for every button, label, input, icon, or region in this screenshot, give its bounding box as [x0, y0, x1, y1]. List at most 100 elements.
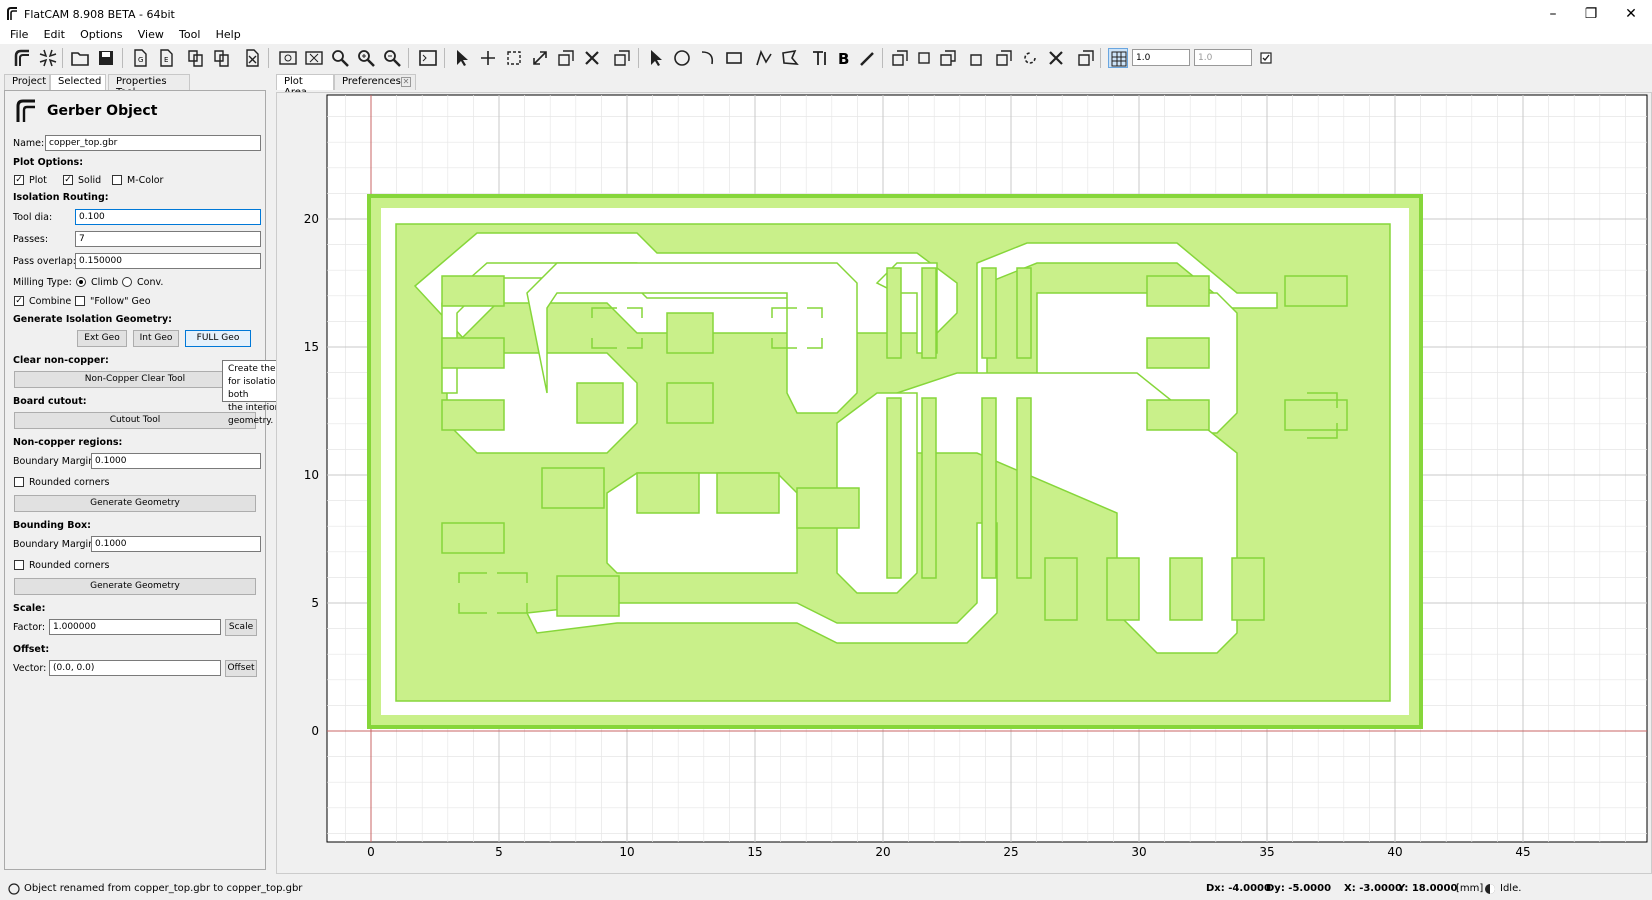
pass-overlap-field[interactable]: [75, 253, 261, 269]
new-gerber-icon[interactable]: G: [130, 48, 150, 68]
board-cutout-heading: Board cutout:: [13, 396, 87, 407]
name-field[interactable]: [45, 135, 261, 151]
passes-label: Passes:: [13, 234, 49, 245]
passes-field[interactable]: [75, 231, 261, 247]
status-y: Y: 18.0000: [1398, 883, 1458, 894]
tab-properties-tool[interactable]: Properties Tool: [108, 74, 190, 98]
circle-icon[interactable]: [672, 48, 692, 68]
x-tick-label: 25: [1003, 845, 1018, 859]
smd-pad: [666, 382, 714, 424]
close-tab-icon[interactable]: ✕: [401, 77, 411, 87]
shell-icon[interactable]: [418, 48, 438, 68]
plot-area[interactable]: 0 5 10 15 20 25 30 35 40 45 0 5 10 15 20: [276, 92, 1652, 874]
delete-shape-icon[interactable]: [1046, 48, 1066, 68]
delete-drill-icon[interactable]: [582, 48, 602, 68]
activity-icon: [1485, 884, 1495, 894]
menu-edit[interactable]: Edit: [38, 26, 71, 43]
generate-geometry-button[interactable]: Generate Geometry: [14, 495, 256, 512]
arc-icon[interactable]: [698, 48, 718, 68]
clear-plot-icon[interactable]: [304, 48, 324, 68]
new-geometry-icon[interactable]: [38, 48, 58, 68]
plot-checkbox[interactable]: ✓: [14, 175, 24, 185]
tab-project[interactable]: Project: [4, 74, 50, 90]
copy-drill-icon[interactable]: [556, 48, 576, 68]
menu-help[interactable]: Help: [210, 26, 247, 43]
copy-object-icon[interactable]: [186, 48, 206, 68]
cutout-tool-button[interactable]: Cutout Tool: [14, 412, 256, 429]
add-point-icon[interactable]: [478, 48, 498, 68]
select-geo-icon[interactable]: [646, 48, 666, 68]
menu-tool[interactable]: Tool: [173, 26, 206, 43]
boundary-margin-field[interactable]: [91, 453, 261, 469]
menu-options[interactable]: Options: [74, 26, 128, 43]
tab-plot-area[interactable]: Plot Area: [276, 74, 334, 98]
paint-icon[interactable]: [858, 48, 878, 68]
follow-geo-checkbox[interactable]: [75, 296, 85, 306]
replot-icon[interactable]: [278, 48, 298, 68]
new-excellon-icon[interactable]: E: [156, 48, 176, 68]
tab-preferences-label: Preferences: [342, 76, 401, 87]
buffer-icon[interactable]: B: [834, 48, 854, 68]
join-objects-icon[interactable]: [212, 48, 232, 68]
vector-field[interactable]: [49, 660, 221, 676]
zoom-out-icon[interactable]: [382, 48, 402, 68]
ext-geo-button[interactable]: Ext Geo: [77, 330, 127, 347]
open-folder-icon[interactable]: [70, 48, 90, 68]
menu-file[interactable]: File: [4, 26, 34, 43]
intersection-icon[interactable]: [914, 48, 934, 68]
combine-checkbox[interactable]: ✓: [14, 296, 24, 306]
full-geo-button[interactable]: FULL Geo: [185, 330, 251, 347]
grid-y-input[interactable]: [1194, 49, 1252, 66]
ic-pin: [981, 267, 997, 359]
mcolor-checkbox[interactable]: [112, 175, 122, 185]
copy-geo-icon[interactable]: [994, 48, 1014, 68]
subtraction-icon[interactable]: [938, 48, 958, 68]
restore-button[interactable]: ❐: [1578, 4, 1604, 24]
tab-selected[interactable]: Selected: [50, 74, 106, 90]
union-icon[interactable]: [890, 48, 910, 68]
select-icon[interactable]: [452, 48, 472, 68]
transform-icon[interactable]: [1076, 48, 1096, 68]
menu-view[interactable]: View: [132, 26, 170, 43]
drill-array-icon[interactable]: [612, 48, 632, 68]
mcolor-label: M-Color: [127, 175, 164, 186]
int-geo-button[interactable]: Int Geo: [133, 330, 179, 347]
zoom-fit-icon[interactable]: [330, 48, 350, 68]
bbox-rounded-checkbox[interactable]: [14, 560, 24, 570]
move-icon[interactable]: [530, 48, 550, 68]
offset-button[interactable]: Offset: [225, 660, 257, 677]
bbox-generate-button[interactable]: Generate Geometry: [14, 578, 256, 595]
combine-label: Combine: [29, 296, 72, 307]
grid-x-input[interactable]: [1132, 49, 1190, 66]
plot-canvas[interactable]: 0 5 10 15 20 25 30 35 40 45 0 5 10 15 20: [277, 93, 1651, 873]
tab-preferences[interactable]: Preferences ✕: [334, 74, 416, 90]
factor-field[interactable]: [49, 619, 221, 635]
delete-object-icon[interactable]: [242, 48, 262, 68]
ncc-tool-button[interactable]: Non-Copper Clear Tool: [14, 371, 256, 388]
climb-radio[interactable]: [76, 277, 86, 287]
cut-icon[interactable]: [968, 48, 988, 68]
rectangle-icon[interactable]: [724, 48, 744, 68]
zoom-in-icon[interactable]: [356, 48, 376, 68]
offset-heading: Offset:: [13, 644, 50, 655]
scale-button[interactable]: Scale: [225, 619, 257, 636]
solid-checkbox[interactable]: ✓: [63, 175, 73, 185]
bbox-margin-field[interactable]: [91, 536, 261, 552]
conv-radio[interactable]: [122, 277, 132, 287]
polygon-icon[interactable]: [780, 48, 800, 68]
rotate-icon[interactable]: [1020, 48, 1040, 68]
status-units: [mm]: [1456, 883, 1484, 894]
path-icon[interactable]: [754, 48, 774, 68]
text-icon[interactable]: [810, 48, 830, 68]
milling-type-label: Milling Type:: [13, 277, 72, 288]
resize-drill-icon[interactable]: [504, 48, 524, 68]
close-button[interactable]: ✕: [1618, 4, 1644, 24]
snap-checkbox-icon[interactable]: [1256, 48, 1276, 68]
snap-grid-icon[interactable]: [1108, 48, 1128, 68]
rounded-corners-checkbox[interactable]: [14, 477, 24, 487]
panel-title: Gerber Object: [47, 103, 158, 119]
minimize-button[interactable]: –: [1540, 4, 1566, 24]
new-project-icon[interactable]: [12, 48, 32, 68]
tool-dia-field[interactable]: [75, 209, 261, 225]
save-icon[interactable]: [96, 48, 116, 68]
